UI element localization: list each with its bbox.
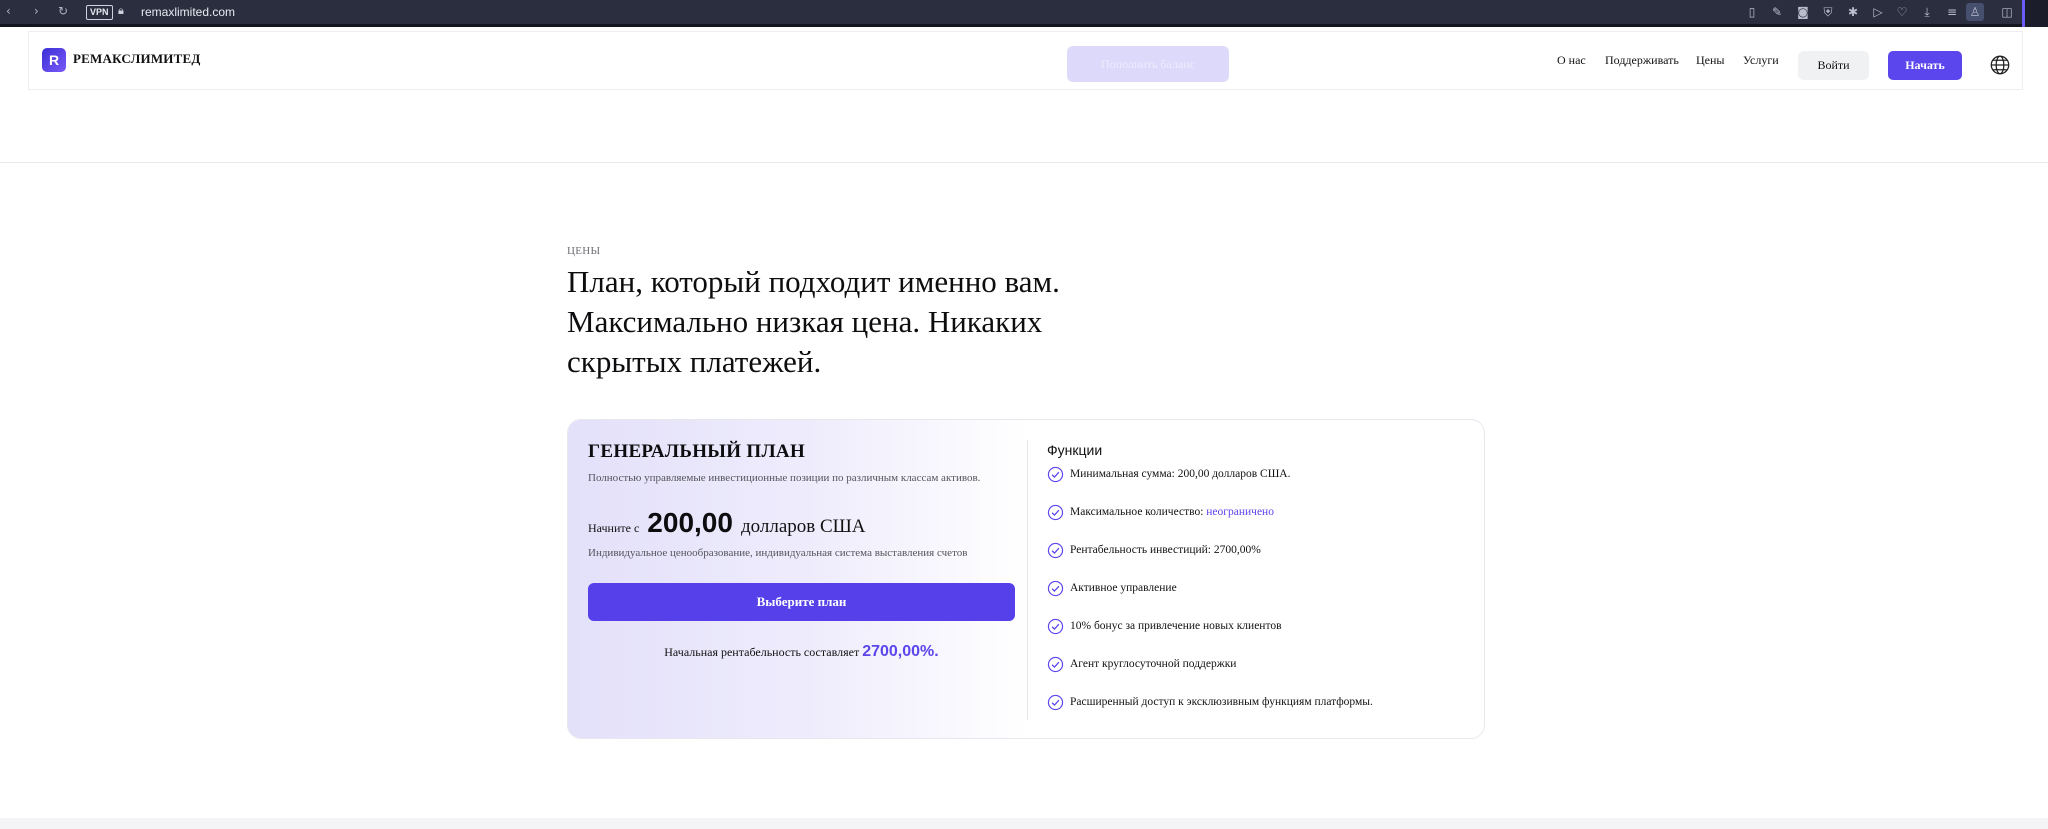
nav-pricing[interactable]: Цены <box>1696 53 1724 68</box>
price-currency: долларов США <box>740 516 866 537</box>
camera-icon[interactable]: ◙ <box>1794 3 1812 21</box>
features-list: Минимальная сумма: 200,00 долларов США. … <box>1047 466 1373 734</box>
roi-value: 2700,00%. <box>862 643 939 660</box>
check-circle-icon <box>1047 618 1064 635</box>
box-icon[interactable]: ◫ <box>1998 3 2016 21</box>
feature-item: Максимальное количество: неограничено <box>1047 504 1373 544</box>
plan-description: Полностью управляемые инвестиционные поз… <box>588 472 981 484</box>
feature-text: Максимальное количество: <box>1070 506 1204 518</box>
heart-icon[interactable]: ♡ <box>1893 3 1911 21</box>
feature-item: 10% бонус за привлечение новых клиентов <box>1047 618 1373 658</box>
plan-name: ГЕНЕРАЛЬНЫЙ ПЛАН <box>588 441 806 462</box>
address-bar[interactable]: remaxlimited.com <box>141 5 235 19</box>
pricing-card: ГЕНЕРАЛЬНЫЙ ПЛАН Полностью управляемые и… <box>567 419 1485 739</box>
check-circle-icon <box>1047 656 1064 673</box>
price-row: Начните с 200,00 долларов США <box>588 507 866 539</box>
forward-icon[interactable]: › <box>34 4 39 18</box>
logo-icon[interactable]: R <box>42 48 66 72</box>
sidebar-toggle[interactable] <box>2022 0 2048 27</box>
feature-link[interactable]: неограничено <box>1206 506 1274 518</box>
check-circle-icon <box>1047 504 1064 521</box>
start-button[interactable]: Начать <box>1888 51 1962 80</box>
reader-icon[interactable]: ▯ <box>1743 3 1761 21</box>
vpn-badge[interactable]: VPN <box>86 5 113 20</box>
nav-services[interactable]: Услуги <box>1743 53 1779 68</box>
section-eyebrow: ЦЕНЫ <box>567 245 601 257</box>
reload-icon[interactable]: ↻ <box>58 4 68 18</box>
feature-text: Минимальная сумма: 200,00 долларов США. <box>1070 468 1291 480</box>
back-icon[interactable]: ‹ <box>6 4 11 18</box>
browser-toolbar: ‹ › ↻ VPN 🔒︎ remaxlimited.com ▯ ✎ ◙ ⛨ ✱ … <box>0 0 2048 27</box>
globe-icon[interactable] <box>1989 54 2011 76</box>
section-divider <box>0 162 2048 163</box>
deposit-button[interactable]: Пополнить баланс <box>1067 46 1229 82</box>
feature-text: Рентабельность инвестиций: 2700,00% <box>1070 544 1261 556</box>
feature-item: Агент круглосуточной поддержки <box>1047 656 1373 696</box>
edit-icon[interactable]: ✎ <box>1768 3 1786 21</box>
nav-support[interactable]: Поддерживать <box>1605 53 1679 68</box>
feature-text: Активное управление <box>1070 582 1177 594</box>
feature-item: Рентабельность инвестиций: 2700,00% <box>1047 542 1373 582</box>
page-title: План, который подходит именно вам. Макси… <box>567 264 1060 379</box>
card-divider <box>1027 440 1028 720</box>
feature-item: Минимальная сумма: 200,00 долларов США. <box>1047 466 1373 506</box>
features-title: Функции <box>1047 442 1103 458</box>
price-prefix: Начните с <box>588 521 640 535</box>
price-note: Индивидуальное ценообразование, индивиду… <box>588 547 968 559</box>
footer-band <box>0 818 2048 829</box>
roi-line: Начальная рентабельность составляет 2700… <box>568 643 1035 661</box>
feature-text: Агент круглосуточной поддержки <box>1070 658 1237 670</box>
extension-icon[interactable]: ✱ <box>1844 3 1862 21</box>
feature-text: 10% бонус за привлечение новых клиентов <box>1070 620 1282 632</box>
profile-icon[interactable]: ♙ <box>1966 3 1984 21</box>
roi-text: Начальная рентабельность составляет <box>664 645 860 659</box>
shield-icon[interactable]: ⛨ <box>1819 3 1837 21</box>
feature-text: Расширенный доступ к эксклюзивным функци… <box>1070 696 1373 708</box>
check-circle-icon <box>1047 694 1064 711</box>
choose-plan-button[interactable]: Выберите план <box>588 583 1015 621</box>
check-circle-icon <box>1047 580 1064 597</box>
lock-icon: 🔒︎ <box>118 4 124 17</box>
site-header: R РЕМАКСЛИМИТЕД Пополнить баланс О нас П… <box>28 31 2023 90</box>
menu-icon[interactable]: ≡ <box>1943 3 1961 21</box>
check-circle-icon <box>1047 466 1064 483</box>
logo-text[interactable]: РЕМАКСЛИМИТЕД <box>73 51 201 67</box>
plan-panel: ГЕНЕРАЛЬНЫЙ ПЛАН Полностью управляемые и… <box>568 420 1028 738</box>
download-icon[interactable]: ⤓ <box>1918 3 1936 21</box>
feature-item: Активное управление <box>1047 580 1373 620</box>
check-circle-icon <box>1047 542 1064 559</box>
price-value: 200,00 <box>647 507 733 538</box>
feature-item: Расширенный доступ к эксклюзивным функци… <box>1047 694 1373 734</box>
nav-about[interactable]: О нас <box>1557 53 1586 68</box>
deposit-button-label: Пополнить баланс <box>1100 57 1196 71</box>
login-button[interactable]: Войти <box>1798 51 1869 80</box>
play-icon[interactable]: ▷ <box>1869 3 1887 21</box>
